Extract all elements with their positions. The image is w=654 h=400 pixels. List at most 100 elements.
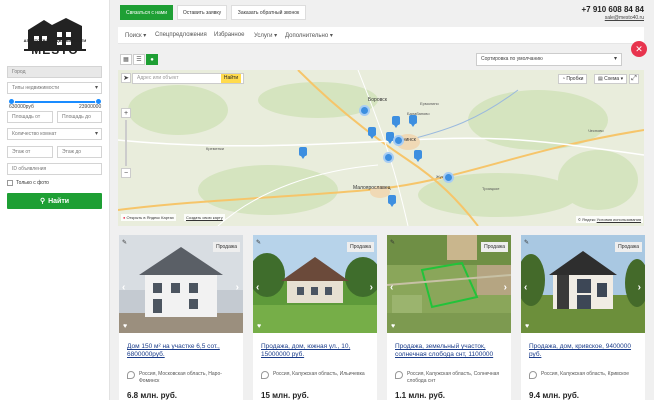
map-label-chesnokovo: Чесново xyxy=(588,128,604,133)
list-view-icon[interactable]: ☰ xyxy=(133,54,145,65)
listing-card[interactable]: ✎ Продажа ‹ › ♥ Продажа, дом, кривское, … xyxy=(521,235,645,400)
email-link[interactable]: sale@mesto40.ru xyxy=(605,15,644,21)
photo-only-row[interactable]: Только с фото xyxy=(7,180,49,186)
listing-tag: Продажа xyxy=(615,242,642,252)
listing-photo[interactable]: ✎ Продажа ‹ › ♥ xyxy=(521,235,645,333)
close-icon[interactable]: ✕ xyxy=(631,41,647,57)
nav-item-special-offers[interactable]: Спецпредложения xyxy=(155,32,207,38)
listing-card[interactable]: ✎ Продажа ‹ › ♥ Продажа, дом, южная ул.,… xyxy=(253,235,377,400)
traffic-button[interactable]: ◔ Пробки xyxy=(558,74,588,84)
prev-photo-icon[interactable]: ‹ xyxy=(524,282,527,293)
property-type-select[interactable]: Типы недвижимости xyxy=(7,82,102,94)
map-cluster[interactable] xyxy=(443,172,454,183)
map-label-troitskoe: Троицкое xyxy=(482,186,500,191)
map-marker[interactable] xyxy=(368,127,376,139)
zoom-slider[interactable] xyxy=(125,120,127,166)
nav-item-search[interactable]: Поиск ▾ xyxy=(125,32,146,39)
fullscreen-icon[interactable]: ⤢ xyxy=(629,74,639,84)
geolocation-icon[interactable]: ➤ xyxy=(121,73,131,83)
edit-icon[interactable]: ✎ xyxy=(122,239,130,247)
listing-title[interactable]: Продажа, земельный участок, солнечная сл… xyxy=(395,343,507,359)
rooms-select[interactable]: Количество комнат xyxy=(7,128,102,140)
listing-photo[interactable]: ✎ Продажа ‹ › ♥ xyxy=(119,235,243,333)
map-marker[interactable] xyxy=(409,115,417,127)
nav-item-favorites[interactable]: Избранное xyxy=(214,32,244,38)
main-nav: Поиск ▾ Спецпредложения Избранное Услуги… xyxy=(118,27,644,44)
listing-tag: Продажа xyxy=(347,242,374,252)
location-pin-icon xyxy=(395,371,403,379)
map-find-button[interactable]: Найти xyxy=(221,74,241,83)
map[interactable]: Адрес или объект Найти ➤ + − ◔ Пробки ▤ … xyxy=(118,70,644,226)
zoom-out-icon[interactable]: − xyxy=(121,168,131,178)
map-marker[interactable] xyxy=(299,147,307,159)
listing-title[interactable]: Продажа, дом, кривское, 9400000 руб. xyxy=(529,343,641,359)
next-photo-icon[interactable]: › xyxy=(236,282,239,293)
map-terrain xyxy=(118,70,644,226)
location-pin-icon xyxy=(127,371,135,379)
floor-to-input[interactable]: Этаж до xyxy=(57,146,102,158)
find-button[interactable]: ⚲ Найти xyxy=(7,193,102,209)
leave-request-button[interactable]: Оставить заявку xyxy=(177,5,227,20)
phone-number[interactable]: +7 910 608 84 84 xyxy=(581,5,644,14)
favorite-icon[interactable]: ♥ xyxy=(257,323,261,330)
nav-item-services[interactable]: Услуги ▾ xyxy=(254,32,277,39)
edit-icon[interactable]: ✎ xyxy=(390,239,398,247)
next-photo-icon[interactable]: › xyxy=(370,282,373,293)
city-input[interactable]: Город xyxy=(7,66,102,78)
floor-from-input[interactable]: Этаж от xyxy=(7,146,53,158)
map-cluster[interactable] xyxy=(359,105,370,116)
next-photo-icon[interactable]: › xyxy=(638,282,641,293)
area-to-input[interactable]: Площадь до xyxy=(57,111,102,123)
listing-tag: Продажа xyxy=(481,242,508,252)
listing-price: 1.1 млн. руб. xyxy=(395,391,446,400)
map-marker[interactable] xyxy=(392,116,400,128)
map-cluster[interactable] xyxy=(383,152,394,163)
map-cluster[interactable] xyxy=(393,135,404,146)
listing-card[interactable]: ✎ Продажа ‹ › ♥ Дом 150 м² на участке 6,… xyxy=(119,235,243,400)
favorite-icon[interactable]: ♥ xyxy=(525,323,529,330)
map-label-ermolino: Ермолино xyxy=(420,101,439,106)
grid-view-icon[interactable]: ▦ xyxy=(120,54,132,65)
listing-price: 6.8 млн. руб. xyxy=(127,391,178,400)
contact-us-button[interactable]: Связаться с нами xyxy=(120,5,173,20)
logo-name: MESTO xyxy=(31,43,79,57)
listing-price: 15 млн. руб. xyxy=(261,391,309,400)
location-pin-icon xyxy=(529,371,537,379)
map-label-borovsk: Боровск xyxy=(368,97,387,103)
listing-card[interactable]: ✎ Продажа ‹ › ♥ Продажа, земельный участ… xyxy=(387,235,511,400)
listing-location: Россия, Калужская область, Солнечная сло… xyxy=(407,371,500,384)
listing-location: Россия, Калужская область, Кривское xyxy=(541,371,630,377)
photo-only-label: Только с фото xyxy=(16,180,49,186)
next-photo-icon[interactable]: › xyxy=(504,282,507,293)
prev-photo-icon[interactable]: ‹ xyxy=(390,282,393,293)
listing-title[interactable]: Дом 150 м² на участке 6,5 сот., 6800000р… xyxy=(127,343,239,359)
listing-photo[interactable]: ✎ Продажа ‹ › ♥ xyxy=(253,235,377,333)
callback-button[interactable]: Заказать обратный звонок xyxy=(231,5,306,20)
listing-id-input[interactable]: ID объявления xyxy=(7,163,102,175)
zoom-in-icon[interactable]: + xyxy=(121,108,131,118)
edit-icon[interactable]: ✎ xyxy=(256,239,264,247)
nav-item-additional[interactable]: Дополнительно ▾ xyxy=(285,32,333,39)
listing-title[interactable]: Продажа, дом, южная ул., 10, 15000000 ру… xyxy=(261,343,373,359)
area-from-input[interactable]: Площадь от xyxy=(7,111,53,123)
price-max-value: 23900000 xyxy=(79,104,102,110)
edit-icon[interactable]: ✎ xyxy=(524,239,532,247)
favorite-icon[interactable]: ♥ xyxy=(391,323,395,330)
listing-photo[interactable]: ✎ Продажа ‹ › ♥ xyxy=(387,235,511,333)
open-in-yandex-link[interactable]: ● Открыть в Яндекс Картах xyxy=(121,214,176,221)
location-pin-icon xyxy=(261,371,269,379)
favorite-icon[interactable]: ♥ xyxy=(123,323,127,330)
map-marker[interactable] xyxy=(414,150,422,162)
map-view-icon[interactable]: ● xyxy=(146,54,158,65)
create-map-link[interactable]: Создать свою карту xyxy=(184,214,225,221)
map-layer-button[interactable]: ▤ Схема ▾ xyxy=(594,74,628,84)
map-marker[interactable] xyxy=(388,195,396,207)
yandex-copyright: © Яндекс Условия использования xyxy=(576,216,644,223)
prev-photo-icon[interactable]: ‹ xyxy=(256,282,259,293)
prev-photo-icon[interactable]: ‹ xyxy=(122,282,125,293)
find-button-label: Найти xyxy=(48,197,70,205)
listing-location: Россия, Калужская область, Ильичевка xyxy=(273,371,365,377)
sort-select[interactable]: Сортировка по умолчанию xyxy=(476,53,622,66)
price-slider-track[interactable] xyxy=(10,101,98,103)
photo-only-checkbox[interactable] xyxy=(7,180,13,186)
